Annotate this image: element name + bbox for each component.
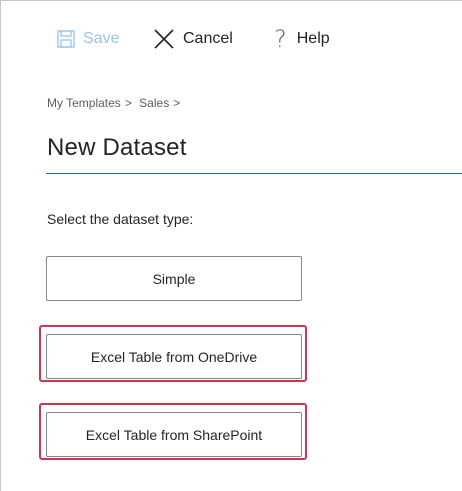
breadcrumb-item-my-templates[interactable]: My Templates (47, 96, 121, 110)
breadcrumb-separator: > (124, 96, 132, 110)
save-label: Save (83, 30, 120, 47)
breadcrumb-item-sales[interactable]: Sales (139, 96, 169, 110)
save-button[interactable]: Save (57, 23, 137, 55)
page-title: New Dataset (47, 134, 187, 161)
cancel-label: Cancel (183, 30, 233, 47)
breadcrumb: My Templates > Sales > (47, 96, 184, 110)
title-underline (46, 173, 462, 174)
question-mark-icon: ? (274, 25, 287, 53)
excel-onedrive-dataset-button[interactable]: Excel Table from OneDrive (46, 334, 302, 379)
cancel-button[interactable]: Cancel (153, 23, 253, 55)
excel-sharepoint-dataset-button[interactable]: Excel Table from SharePoint (46, 412, 302, 457)
dialog-frame: Save Cancel ? Help My Templates > Sales > … (0, 0, 462, 491)
help-label: Help (296, 30, 330, 47)
floppy-disk-icon (57, 30, 75, 48)
dataset-type-prompt: Select the dataset type: (47, 211, 194, 227)
help-button[interactable]: ? Help (274, 23, 354, 55)
simple-dataset-button[interactable]: Simple (46, 256, 302, 301)
close-x-icon (153, 28, 175, 50)
breadcrumb-separator: > (173, 96, 181, 110)
